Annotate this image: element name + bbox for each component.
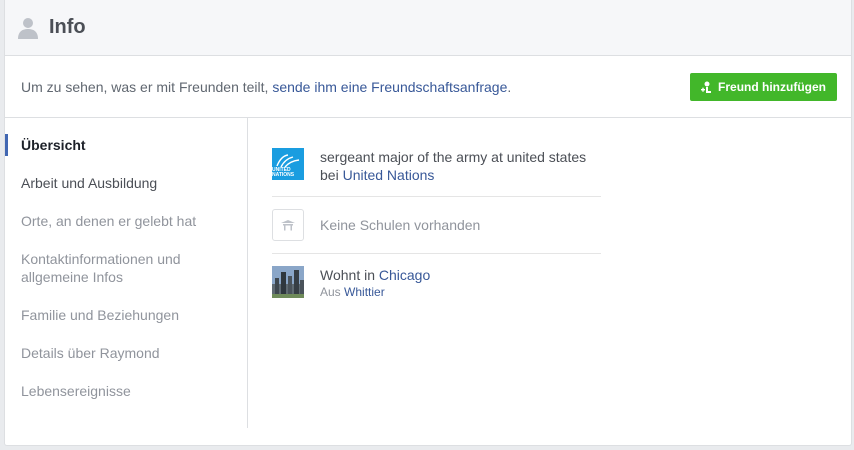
notice-text: Um zu sehen, was er mit Freunden teilt,	[21, 78, 269, 95]
friend-request-link[interactable]: sende ihm eine Freundschaftsanfrage	[272, 79, 507, 95]
home-row: Wohnt in Chicago Aus Whittier	[272, 254, 601, 312]
work-row: UNITED NATIONS sergeant major of the arm…	[272, 136, 601, 197]
add-friend-icon	[701, 81, 712, 93]
notice-suffix: .	[507, 78, 512, 95]
add-friend-label: Freund hinzufügen	[718, 79, 826, 94]
overview-content: UNITED NATIONS sergeant major of the arm…	[248, 118, 601, 428]
info-header: Info	[5, 0, 851, 56]
sidebar-item-contact-info[interactable]: Kontaktinformationen und allgemeine Info…	[5, 240, 247, 296]
school-icon	[272, 209, 304, 241]
info-card: Info Um zu sehen, was er mit Freunden te…	[4, 0, 852, 446]
info-sidebar: Übersicht Arbeit und Ausbildung Orte, an…	[5, 118, 248, 428]
no-schools-text: Keine Schulen vorhanden	[320, 217, 481, 233]
hometown-link[interactable]: Whittier	[344, 285, 385, 299]
employer-link[interactable]: United Nations	[343, 167, 435, 183]
info-body: Übersicht Arbeit und Ausbildung Orte, an…	[5, 118, 851, 428]
page-title: Info	[49, 16, 86, 38]
sidebar-item-places[interactable]: Orte, an denen er gelebt hat	[5, 202, 247, 240]
lives-in-label: Wohnt in	[320, 267, 375, 283]
sidebar-item-overview[interactable]: Übersicht	[5, 126, 247, 164]
sidebar-item-family[interactable]: Familie und Beziehungen	[5, 296, 247, 334]
friend-request-notice: Um zu sehen, was er mit Freunden teilt, …	[5, 56, 851, 118]
city-photo[interactable]	[272, 266, 304, 298]
un-wreath-icon	[276, 154, 300, 168]
current-city-link[interactable]: Chicago	[379, 267, 430, 283]
sidebar-item-work-education[interactable]: Arbeit und Ausbildung	[5, 164, 247, 202]
school-row: Keine Schulen vorhanden	[272, 197, 601, 254]
un-logo-text: UNITED NATIONS	[272, 167, 295, 178]
from-label: Aus	[320, 285, 341, 299]
sidebar-item-life-events[interactable]: Lebensereignisse	[5, 372, 247, 410]
add-friend-button[interactable]: Freund hinzufügen	[690, 72, 837, 101]
sidebar-item-details[interactable]: Details über Raymond	[5, 334, 247, 372]
united-nations-logo[interactable]: UNITED NATIONS	[272, 148, 304, 180]
person-icon	[18, 17, 38, 39]
